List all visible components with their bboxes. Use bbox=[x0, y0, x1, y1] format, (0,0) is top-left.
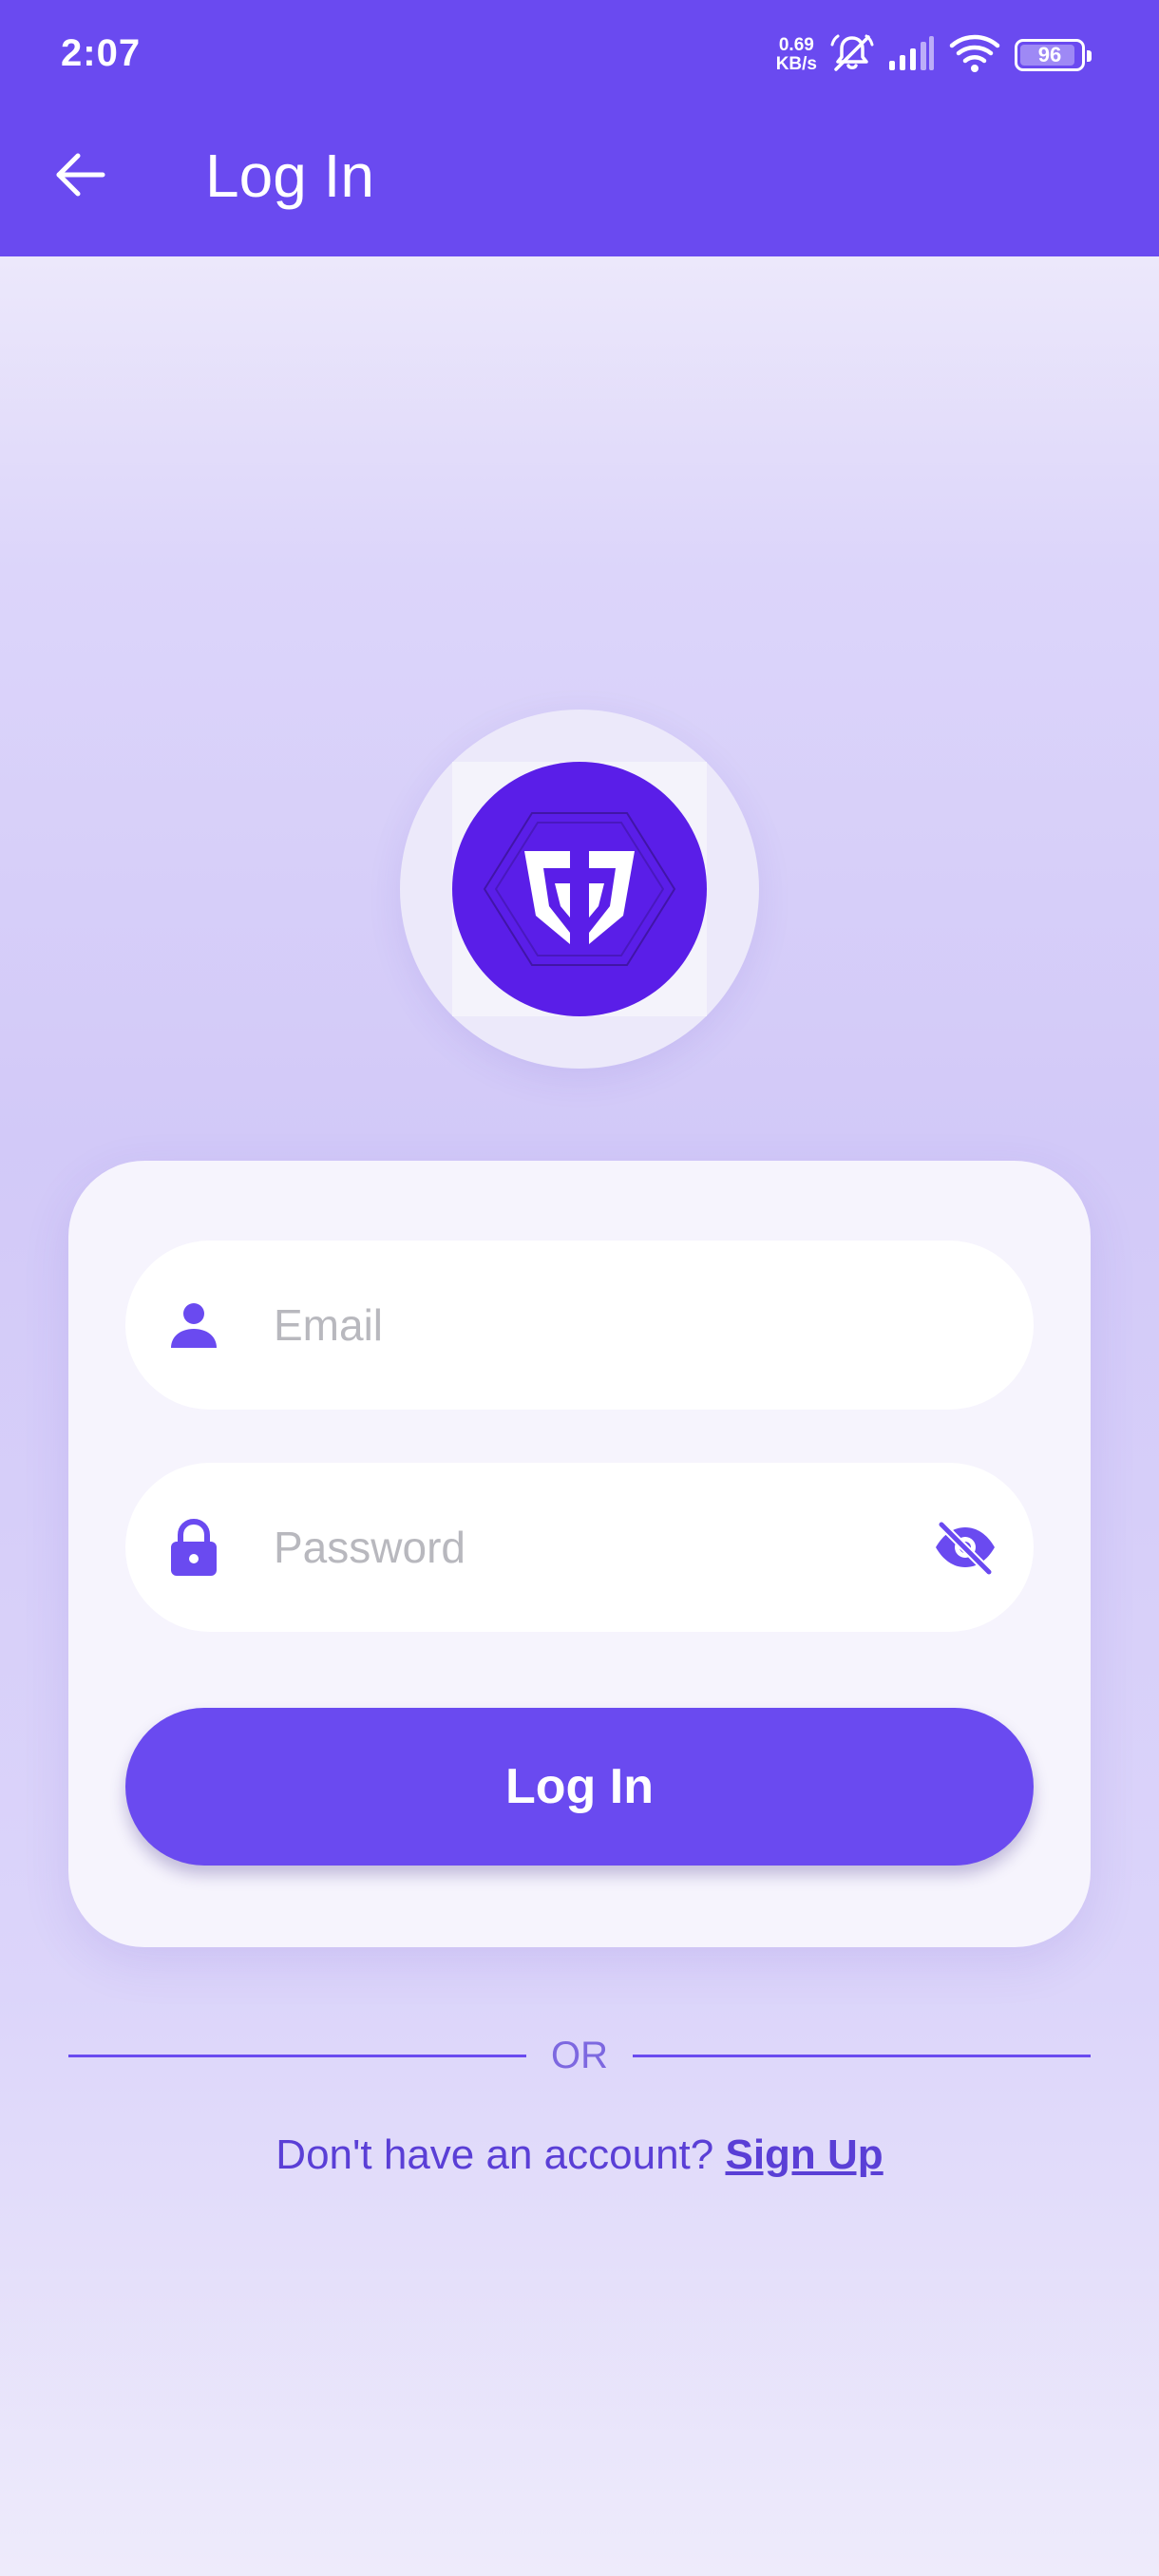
status-icons: 0.69 KB/s 96 bbox=[776, 31, 1092, 80]
divider-line-right bbox=[633, 2054, 1091, 2057]
mute-alarm-icon bbox=[830, 31, 874, 80]
signup-row: Don't have an account? Sign Up bbox=[0, 2131, 1159, 2179]
lock-icon bbox=[167, 1518, 220, 1576]
status-time: 2:07 bbox=[61, 32, 142, 74]
eye-off-icon bbox=[936, 1520, 995, 1576]
app-bar: 2:07 0.69 KB/s 96 Log In bbox=[0, 0, 1159, 256]
signal-icon bbox=[887, 34, 935, 77]
person-icon bbox=[167, 1298, 220, 1352]
email-field-container bbox=[125, 1241, 1034, 1410]
log-in-button[interactable]: Log In bbox=[125, 1708, 1034, 1866]
arrow-left-icon bbox=[56, 153, 105, 197]
brand-logo bbox=[452, 762, 707, 1016]
battery-level: 96 bbox=[1037, 43, 1062, 66]
password-visibility-toggle[interactable] bbox=[931, 1513, 999, 1582]
network-speed-value: 0.69 bbox=[778, 35, 814, 55]
network-speed: 0.69 KB/s bbox=[776, 36, 817, 74]
email-input[interactable] bbox=[274, 1241, 920, 1410]
wifi-icon bbox=[948, 32, 1001, 79]
password-input[interactable] bbox=[274, 1463, 920, 1632]
brand-logo-icon bbox=[483, 812, 676, 966]
signup-prompt: Don't have an account? bbox=[276, 2131, 714, 2178]
sign-up-link[interactable]: Sign Up bbox=[725, 2131, 883, 2178]
login-card: Log In bbox=[68, 1161, 1091, 1947]
password-field-container bbox=[125, 1463, 1034, 1632]
divider-line-left bbox=[68, 2054, 526, 2057]
divider-text: OR bbox=[551, 2034, 608, 2076]
back-button[interactable] bbox=[48, 142, 112, 207]
page-title: Log In bbox=[205, 142, 374, 210]
or-divider: OR bbox=[68, 2033, 1091, 2078]
network-speed-unit: KB/s bbox=[775, 54, 817, 74]
battery-icon: 96 bbox=[1015, 39, 1092, 71]
